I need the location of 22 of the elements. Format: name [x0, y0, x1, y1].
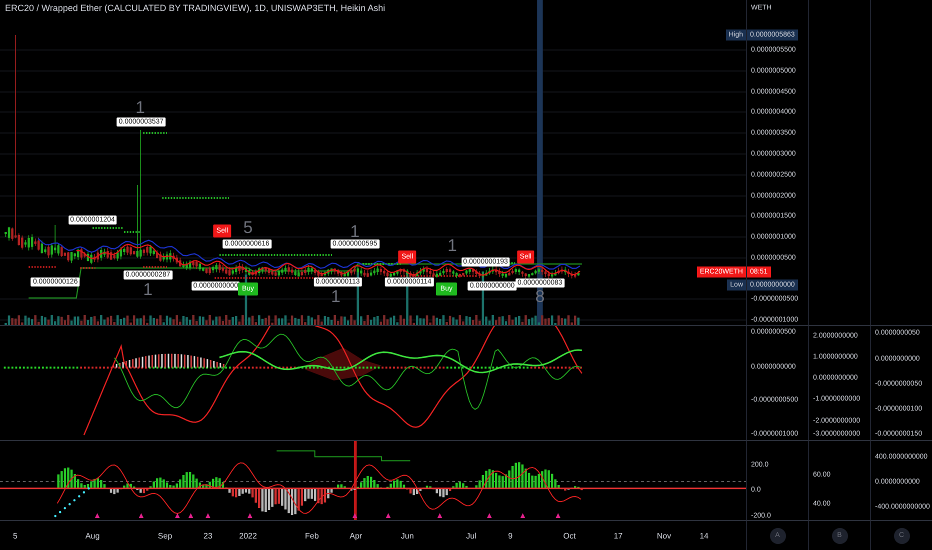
wave-count: 1 — [135, 98, 145, 118]
time-label: 5 — [13, 531, 18, 540]
time-label: Jul — [466, 531, 476, 540]
time-label: 9 — [508, 531, 513, 540]
wave-count: 1 — [331, 287, 341, 307]
wave-count: 8 — [535, 287, 545, 307]
time-label: Jun — [400, 531, 414, 540]
time-label: 17 — [614, 531, 623, 540]
wave-count: 1 — [350, 222, 360, 241]
time-label: Nov — [656, 531, 672, 540]
time-label: Apr — [350, 531, 362, 540]
time-label: 14 — [700, 531, 708, 540]
chart-title: ERC20 / Wrapped Ether (CALCULATED BY TRADINGVIEW), 1D, UNISWAP3ETH, Heikin Ashi — [5, 3, 386, 13]
time-label: 2022 — [239, 531, 257, 540]
time-label: Aug — [85, 531, 100, 540]
time-label: Sep — [158, 531, 172, 540]
wave-count: 1 — [447, 236, 457, 256]
wave-count: 5 — [243, 218, 253, 238]
time-label: Feb — [305, 531, 319, 540]
time-label: Oct — [563, 531, 576, 540]
time-label: 23 — [204, 531, 212, 540]
wave-count: 1 — [143, 280, 153, 300]
